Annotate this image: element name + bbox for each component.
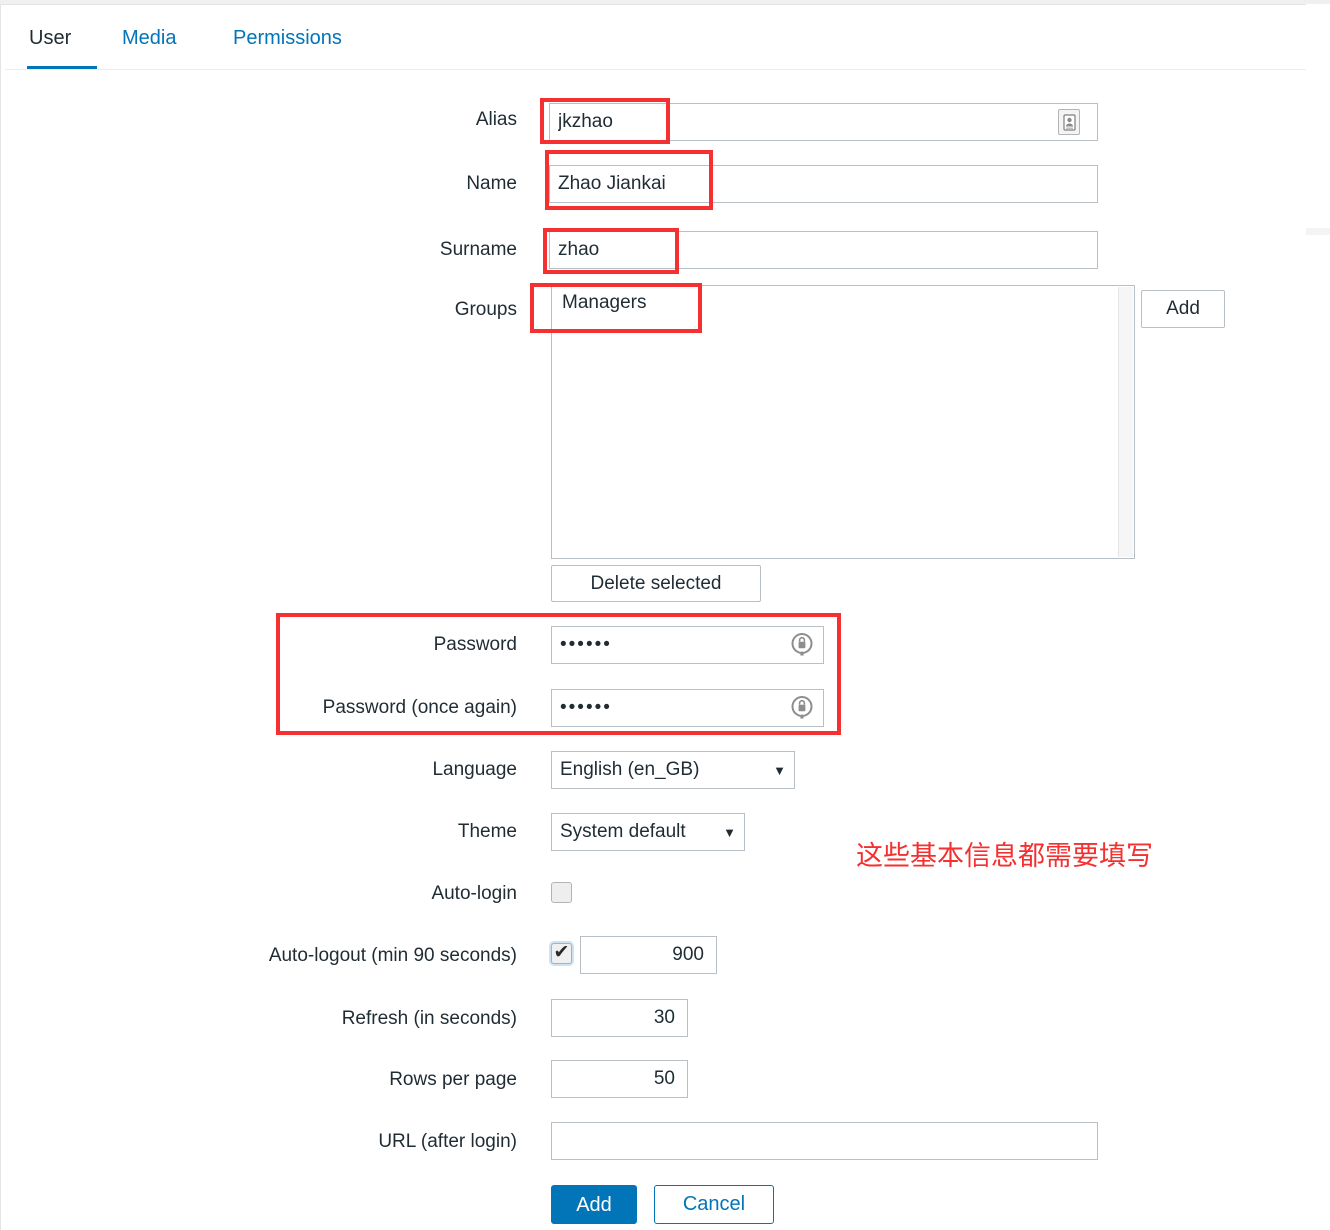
language-select-value: English (en_GB) bbox=[560, 759, 700, 780]
annotation-note: 这些基本信息都需要填写 bbox=[856, 841, 1153, 872]
name-label: Name bbox=[466, 173, 517, 194]
refresh-input[interactable] bbox=[551, 999, 688, 1037]
chevron-down-icon: ▼ bbox=[773, 762, 786, 778]
tab-permissions[interactable]: Permissions bbox=[231, 18, 344, 70]
groups-add-button[interactable]: Add bbox=[1141, 290, 1225, 328]
url-after-login-label: URL (after login) bbox=[378, 1131, 517, 1152]
groups-label: Groups bbox=[454, 299, 517, 320]
language-select[interactable]: English (en_GB) ▼ bbox=[551, 751, 795, 789]
surname-input[interactable] bbox=[549, 231, 1098, 269]
rows-per-page-input[interactable] bbox=[551, 1060, 688, 1098]
tab-user[interactable]: User bbox=[27, 18, 97, 70]
auto-login-label: Auto-login bbox=[431, 883, 517, 904]
right-gutter-band bbox=[1306, 228, 1330, 235]
name-input[interactable] bbox=[549, 165, 1098, 203]
password-label: Password bbox=[433, 634, 517, 655]
tab-media-label: Media bbox=[122, 27, 177, 49]
theme-select[interactable]: System default ▼ bbox=[551, 813, 745, 851]
theme-label: Theme bbox=[457, 821, 517, 842]
theme-select-value: System default bbox=[560, 821, 686, 842]
tab-media[interactable]: Media bbox=[120, 18, 178, 70]
groups-listbox[interactable]: Managers bbox=[551, 285, 1135, 559]
tab-bar: User Media Permissions bbox=[5, 18, 1305, 70]
password-again-label: Password (once again) bbox=[322, 697, 517, 718]
alias-label: Alias bbox=[475, 109, 517, 130]
refresh-label: Refresh (in seconds) bbox=[341, 1008, 517, 1029]
rows-per-page-label: Rows per page bbox=[389, 1069, 517, 1090]
groups-option[interactable]: Managers bbox=[552, 286, 1134, 320]
tab-permissions-label: Permissions bbox=[233, 27, 342, 49]
right-gutter bbox=[1306, 4, 1330, 1230]
id-card-icon[interactable] bbox=[1058, 109, 1080, 135]
user-form-page: User Media Permissions Alias Name Surnam… bbox=[0, 0, 1330, 1230]
url-after-login-input[interactable] bbox=[551, 1122, 1098, 1160]
lock-circle-icon[interactable] bbox=[789, 631, 815, 657]
auto-logout-label: Auto-logout (min 90 seconds) bbox=[268, 945, 517, 966]
surname-label: Surname bbox=[439, 239, 517, 260]
tab-user-label: User bbox=[29, 27, 72, 49]
lock-circle-icon-confirm[interactable] bbox=[789, 694, 815, 720]
cancel-button[interactable]: Cancel bbox=[654, 1185, 774, 1224]
groups-listbox-scrollbar[interactable] bbox=[1118, 287, 1133, 557]
password-input[interactable] bbox=[551, 626, 824, 664]
tab-bar-divider bbox=[5, 69, 1306, 70]
password-again-input[interactable] bbox=[551, 689, 824, 727]
alias-input[interactable] bbox=[549, 103, 1098, 141]
groups-delete-selected-button[interactable]: Delete selected bbox=[551, 565, 761, 602]
submit-add-button[interactable]: Add bbox=[551, 1185, 637, 1224]
chevron-down-icon-theme: ▼ bbox=[723, 824, 736, 840]
check-icon: ✔ bbox=[553, 942, 570, 963]
language-label: Language bbox=[432, 759, 517, 780]
auto-login-checkbox[interactable] bbox=[551, 882, 572, 903]
auto-logout-checkbox[interactable]: ✔ bbox=[551, 943, 572, 964]
auto-logout-input[interactable] bbox=[580, 936, 717, 974]
